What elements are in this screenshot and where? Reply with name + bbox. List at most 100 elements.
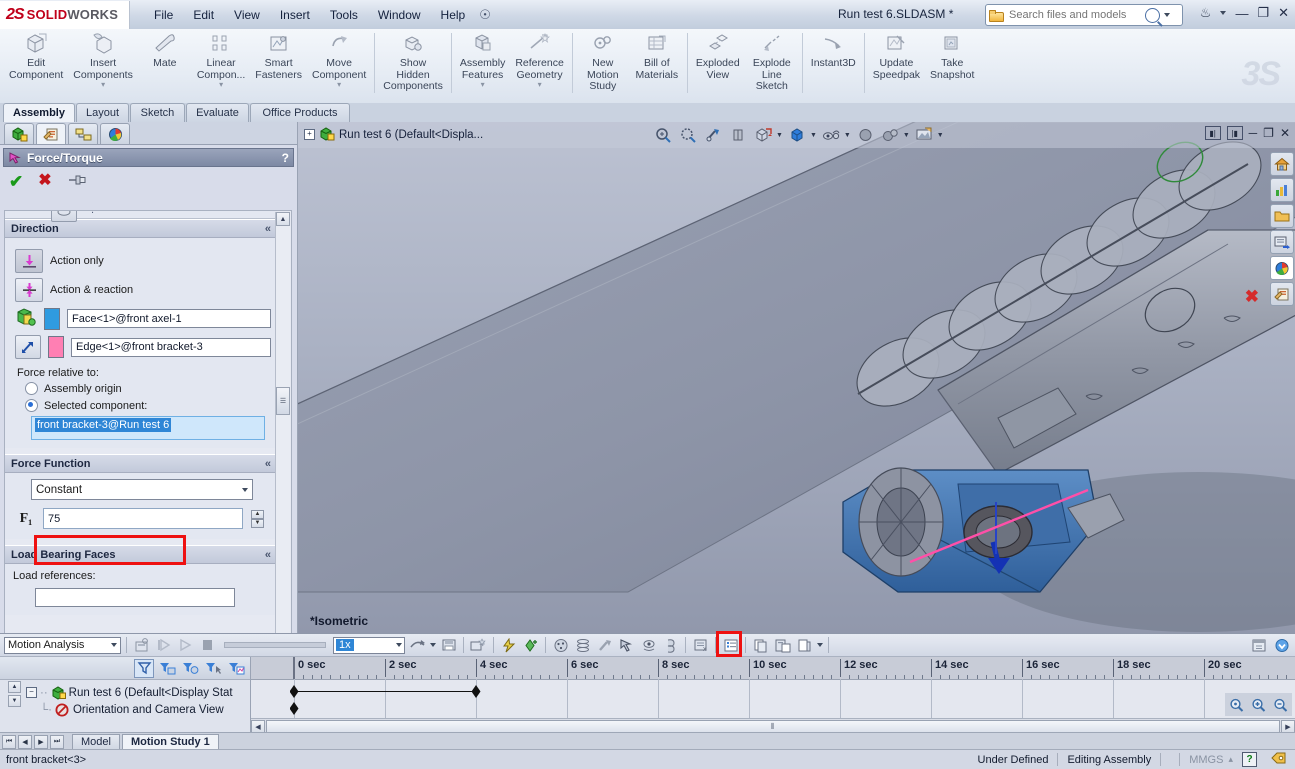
timeline-tracks[interactable] [251, 679, 1295, 719]
tab-assembly[interactable]: Assembly [3, 103, 75, 122]
expand-motion-manager-icon[interactable] [1249, 636, 1268, 655]
chevron-up-icon[interactable]: « [265, 223, 271, 235]
search-input[interactable] [1007, 8, 1141, 22]
f1-value-input[interactable]: 75 [43, 508, 243, 529]
save-animation-icon[interactable] [439, 636, 458, 655]
zoom-in-timeline-icon[interactable] [1249, 695, 1268, 714]
tree-scroll-down-icon[interactable]: ▼ [8, 695, 21, 707]
selected-component-radio[interactable] [25, 399, 38, 412]
apply-scene-icon[interactable] [880, 125, 901, 145]
tree-scroll-up-icon[interactable]: ▲ [8, 681, 21, 693]
edge-reference-field[interactable]: Edge<1>@front bracket-3 [71, 337, 271, 357]
view-settings-icon[interactable] [914, 125, 935, 145]
chevron-down-icon[interactable]: ▾ [101, 81, 105, 89]
zoom-to-fit-timeline-icon[interactable] [1227, 695, 1246, 714]
filter-animated-icon[interactable] [157, 659, 177, 678]
ribbon-button-explode-line-sketch[interactable]: Explode Line Sketch [745, 29, 799, 93]
scrollbar-thumb[interactable]: ☰ [276, 387, 290, 415]
spring-icon[interactable] [521, 636, 540, 655]
pin-icon[interactable] [67, 173, 87, 189]
motion-study-properties-icon[interactable] [661, 636, 680, 655]
chevron-down-icon[interactable]: ▾ [481, 81, 485, 89]
chevron-down-icon[interactable] [430, 643, 436, 647]
results-list-icon[interactable] [721, 636, 740, 655]
help-chevron-down-icon[interactable] [1220, 11, 1227, 15]
filter-selected-icon[interactable] [203, 659, 223, 678]
filter-results-icon[interactable] [226, 659, 246, 678]
animation-wizard-icon[interactable] [469, 636, 488, 655]
display-manager-tab[interactable] [100, 123, 130, 144]
direction-section-header[interactable]: Direction « [5, 219, 277, 238]
ribbon-button-instant3d[interactable]: Instant3D [806, 29, 861, 70]
menu-help[interactable]: Help [431, 4, 476, 26]
close-button[interactable]: ✕ [1278, 5, 1289, 21]
restore-right-icon[interactable]: |▮ [1226, 126, 1243, 140]
menu-edit[interactable]: Edit [183, 4, 224, 26]
status-units[interactable]: MMGS [1189, 754, 1223, 766]
force-function-section-header[interactable]: Force Function « [5, 454, 277, 473]
assembly-origin-radio[interactable] [25, 382, 38, 395]
ribbon-button-assembly-features[interactable]: Assembly Features ▾ [455, 29, 511, 89]
property-manager-tab[interactable] [36, 123, 66, 144]
motion-tree-item-assembly[interactable]: − ·· Run test 6 (Default<Display Stat [0, 684, 250, 701]
edge-reference-row[interactable]: Edge<1>@front bracket-3 [15, 335, 271, 359]
ribbon-button-reference-geometry[interactable]: Reference Geometry ▾ [510, 29, 568, 89]
help-icon[interactable]: ♨ [1200, 5, 1212, 21]
close-icon[interactable]: ✕ [1280, 126, 1290, 140]
menu-file[interactable]: File [144, 4, 183, 26]
collapse-motion-manager-icon[interactable] [1272, 636, 1291, 655]
play-from-start-icon[interactable] [154, 636, 173, 655]
tab-model[interactable]: Model [72, 733, 120, 750]
expand-icon[interactable]: + [304, 129, 315, 140]
previous-view-icon[interactable] [703, 125, 724, 145]
animation-settings-icon[interactable]: x [691, 636, 710, 655]
ribbon-button-show-hidden-components[interactable]: Show Hidden Components [378, 29, 448, 93]
graphics-area[interactable]: + Run test 6 (Default<Displa... ▼ ▼ ▼ ▼ … [298, 122, 1295, 633]
ribbon-button-take-snapshot[interactable]: Take Snapshot [925, 29, 979, 81]
ribbon-button-insert-components[interactable]: Insert Components ▾ [68, 29, 138, 89]
selected-component-row[interactable]: Selected component: [25, 399, 271, 412]
custom-properties-icon[interactable] [1270, 282, 1294, 306]
play-icon[interactable] [176, 636, 195, 655]
view-orientation-icon[interactable] [753, 125, 774, 145]
tab-office-products[interactable]: Office Products [250, 103, 350, 122]
home-icon[interactable] [1270, 152, 1294, 176]
ribbon-button-edit-component[interactable]: Edit Component [4, 29, 68, 81]
chevron-down-icon[interactable] [111, 643, 117, 647]
ribbon-button-update-speedpak[interactable]: Update Speedpak [868, 29, 925, 81]
zoom-out-timeline-icon[interactable] [1271, 695, 1290, 714]
zoom-to-area-icon[interactable] [678, 125, 699, 145]
chevron-down-icon[interactable] [817, 643, 823, 647]
calculate-icon[interactable] [132, 636, 151, 655]
tab-sketch[interactable]: Sketch [130, 103, 185, 122]
chevron-down-icon[interactable]: ▼ [937, 132, 944, 139]
menu-tools[interactable]: Tools [320, 4, 368, 26]
minimize-button[interactable]: — [1235, 6, 1248, 21]
speed-combo[interactable]: 1x [333, 636, 405, 654]
partial-button-above[interactable] [51, 211, 77, 222]
motion-timeline[interactable]: 0 sec 2 sec 4 sec 6 sec 8 sec 10 sec 12 sec 14 … [251, 657, 1295, 734]
chevron-down-icon[interactable] [1164, 13, 1170, 17]
selected-component-box[interactable]: front bracket-3@Run test 6 [31, 416, 265, 440]
last-tab-icon[interactable]: ⏭ [50, 734, 64, 749]
solidworks-resources-icon[interactable] [1270, 178, 1294, 202]
force-function-type-combo[interactable]: Constant [31, 479, 253, 500]
chevron-down-icon[interactable]: ▼ [776, 132, 783, 139]
stop-icon[interactable] [198, 636, 217, 655]
display-style-icon[interactable] [787, 125, 808, 145]
pin-menu-icon[interactable]: ☉ [479, 7, 491, 23]
timeline-keyframe[interactable] [289, 702, 299, 715]
results-and-plots-icon[interactable] [639, 636, 658, 655]
edit-appearance-icon[interactable] [855, 125, 876, 145]
playback-mode-icon[interactable] [408, 636, 427, 655]
file-explorer-icon[interactable] [1270, 230, 1294, 254]
zoom-to-fit-icon[interactable] [653, 125, 674, 145]
timeline-playhead[interactable] [293, 657, 295, 679]
feature-manager-tab[interactable] [4, 123, 34, 144]
action-reaction-icon[interactable] [15, 278, 43, 302]
assembly-origin-row[interactable]: Assembly origin [25, 382, 271, 395]
playback-progress-bar[interactable] [224, 642, 326, 648]
face-selection-icon[interactable] [15, 307, 37, 330]
hide-show-items-icon[interactable] [821, 125, 842, 145]
ribbon-button-bill-of-materials[interactable]: Bill of Materials [630, 29, 684, 81]
